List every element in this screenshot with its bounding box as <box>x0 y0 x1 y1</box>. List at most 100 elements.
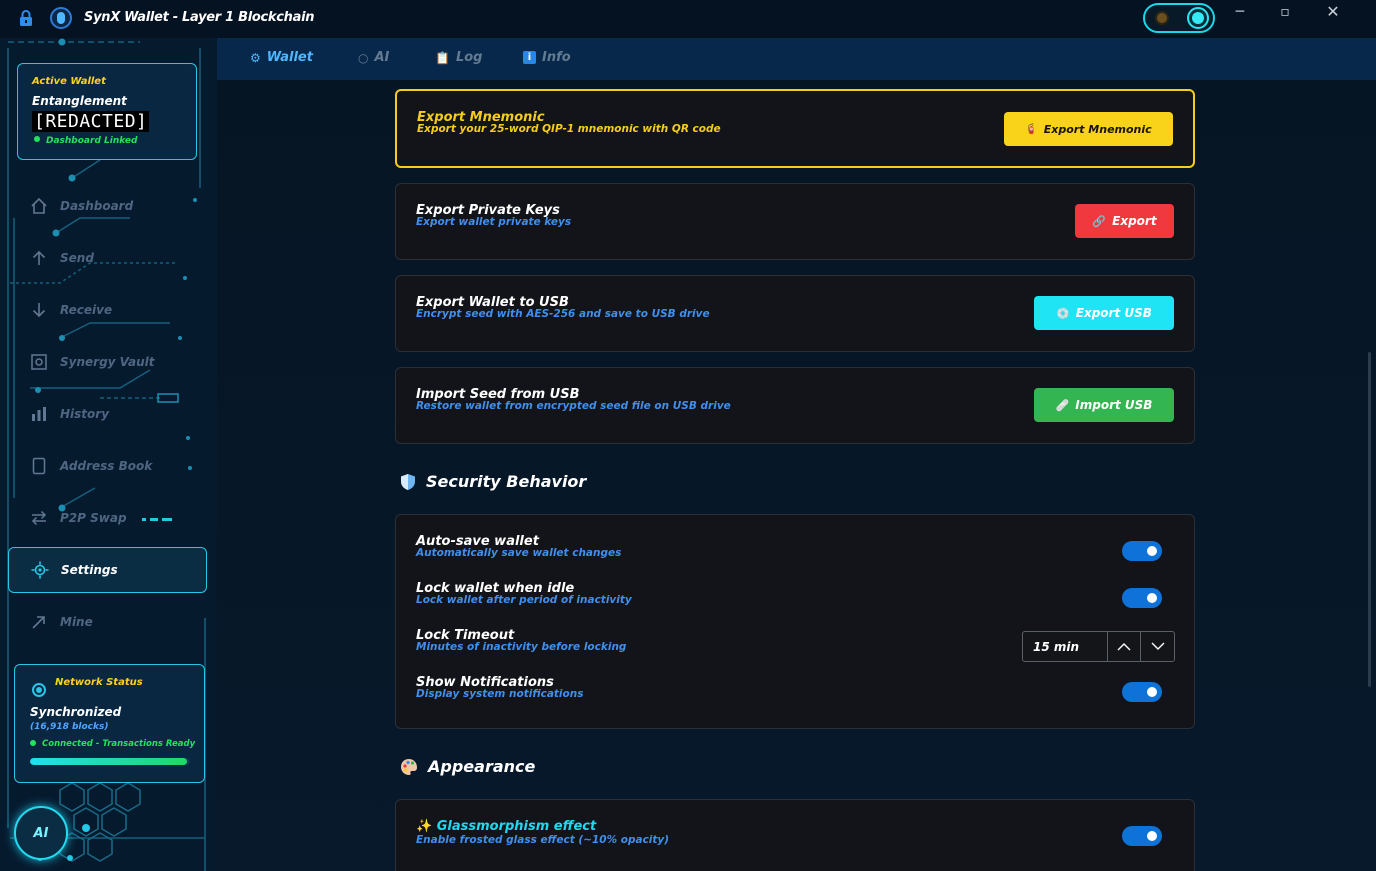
sync-progress-fill <box>30 758 187 765</box>
auto-save-toggle[interactable] <box>1122 541 1162 561</box>
home-icon <box>30 197 48 215</box>
tab-ai[interactable]: ○ AI <box>358 50 389 65</box>
export-usb-card: Export Wallet to USB Encrypt seed with A… <box>395 275 1195 352</box>
sidebar-item-label: Send <box>60 251 94 265</box>
network-block-count: (16,918 blocks) <box>30 722 109 732</box>
app-logo-icon <box>50 7 72 29</box>
close-button[interactable]: ✕ <box>1310 0 1356 30</box>
network-connection-status: Connected - Transactions Ready <box>30 739 195 749</box>
sidebar-item-label: History <box>60 407 110 421</box>
export-usb-subtitle: Encrypt seed with AES-256 and save to US… <box>416 308 710 320</box>
shield-icon <box>401 473 415 490</box>
wallet-address: [REDACTED] <box>32 111 150 132</box>
sidebar: Active Wallet Entanglement [REDACTED] Da… <box>0 38 217 871</box>
tab-bar: ⚙ Wallet ○ AI 📋 Log i Info <box>217 38 1376 80</box>
sidebar-item-label: Settings <box>61 563 118 577</box>
link-icon: 🔗 <box>1092 214 1107 228</box>
sidebar-item-label: Dashboard <box>60 199 134 213</box>
lock-idle-toggle[interactable] <box>1122 588 1162 608</box>
scrollbar[interactable] <box>1368 352 1371 687</box>
tab-label: AI <box>374 50 390 65</box>
bandage-icon: 🩹 <box>1055 398 1070 412</box>
swap-icon <box>30 509 48 527</box>
glassmorphism-title: ✨ Glassmorphism effect <box>416 819 596 834</box>
export-mnemonic-subtitle: Export your 25-word QIP-1 mnemonic with … <box>417 123 721 135</box>
book-icon <box>30 457 48 475</box>
sidebar-item-receive[interactable]: Receive <box>8 287 207 333</box>
lock-idle-subtitle: Lock wallet after period of inactivity <box>416 594 632 606</box>
lock-timeout-subtitle: Minutes of inactivity before locking <box>416 641 627 653</box>
appearance-card: ✨ Glassmorphism effect Enable frosted gl… <box>395 799 1195 871</box>
bar-chart-icon <box>30 405 48 423</box>
sun-icon <box>1157 13 1167 23</box>
wallet-name: Entanglement <box>32 94 127 108</box>
sidebar-item-synergy-vault[interactable]: Synergy Vault <box>8 339 207 385</box>
vault-icon <box>30 353 48 371</box>
section-title: Appearance <box>428 757 536 776</box>
tab-label: Info <box>542 50 571 65</box>
chevron-down-icon <box>1151 642 1164 650</box>
clipboard-icon: 📋 <box>435 50 450 65</box>
import-usb-button[interactable]: 🩹 Import USB <box>1034 388 1174 422</box>
appearance-section-heading: Appearance <box>400 757 535 776</box>
info-icon: i <box>523 51 536 64</box>
button-label: Export Mnemonic <box>1043 122 1152 136</box>
lock-timeout-stepper[interactable]: 15 min <box>1022 631 1175 662</box>
sidebar-item-label: Synergy Vault <box>60 355 155 369</box>
export-private-keys-subtitle: Export wallet private keys <box>416 216 572 228</box>
network-status-card: Network Status Synchronized (16,918 bloc… <box>14 664 205 783</box>
security-card: Auto-save wallet Automatically save wall… <box>395 514 1195 729</box>
security-section-heading: Security Behavior <box>400 472 586 491</box>
sync-progress-bar <box>30 758 190 765</box>
wallet-link-status: Dashboard Linked <box>34 136 137 146</box>
sidebar-item-label: Address Book <box>60 459 153 473</box>
glassmorphism-subtitle: Enable frosted glass effect (~10% opacit… <box>416 834 670 846</box>
import-usb-subtitle: Restore wallet from encrypted seed file … <box>416 400 731 412</box>
extinguisher-icon: 🧯 <box>1025 123 1038 135</box>
glassmorphism-toggle[interactable] <box>1122 826 1162 846</box>
tab-label: Wallet <box>266 50 313 65</box>
decrement-button[interactable] <box>1141 632 1174 661</box>
import-usb-card: Import Seed from USB Restore wallet from… <box>395 367 1195 444</box>
export-keys-button[interactable]: 🔗 Export <box>1075 204 1174 238</box>
title-bar: SynX Wallet - Layer 1 Blockchain ─ ▫ ✕ <box>0 0 1376 38</box>
active-wallet-card[interactable]: Active Wallet Entanglement [REDACTED] Da… <box>17 63 197 160</box>
sidebar-item-label: Receive <box>60 303 113 317</box>
export-mnemonic-button[interactable]: 🧯 Export Mnemonic <box>1004 112 1173 146</box>
maximize-button[interactable]: ▫ <box>1262 0 1308 30</box>
network-status-label: Network Status <box>55 677 143 688</box>
trend-icon <box>30 613 48 631</box>
sidebar-item-dashboard[interactable]: Dashboard <box>8 183 207 229</box>
sidebar-item-address-book[interactable]: Address Book <box>8 443 207 489</box>
auto-save-subtitle: Automatically save wallet changes <box>416 547 622 559</box>
button-label: Import USB <box>1075 398 1153 412</box>
settings-icon <box>31 561 49 579</box>
increment-button[interactable] <box>1108 632 1141 661</box>
settings-panel: Export Mnemonic Export your 25-word QIP-… <box>217 80 1376 871</box>
active-wallet-label: Active Wallet <box>32 76 106 87</box>
export-usb-button[interactable]: 💿 Export USB <box>1034 296 1174 330</box>
arrow-down-icon <box>30 301 48 319</box>
network-icon <box>32 683 46 697</box>
sidebar-item-send[interactable]: Send <box>8 235 207 281</box>
sidebar-item-p2p-swap[interactable]: P2P Swap <box>8 495 207 541</box>
sidebar-item-settings[interactable]: Settings <box>8 547 207 593</box>
glassmorphism-label: Glassmorphism effect <box>436 819 597 834</box>
notifications-toggle[interactable] <box>1122 682 1162 702</box>
palette-icon <box>401 758 417 775</box>
gear-icon: ⚙ <box>250 50 261 65</box>
theme-toggle[interactable] <box>1143 3 1215 33</box>
lock-icon[interactable] <box>18 9 34 27</box>
tab-info[interactable]: i Info <box>523 50 571 65</box>
ai-assistant-button[interactable]: AI <box>14 806 68 860</box>
sidebar-item-history[interactable]: History <box>8 391 207 437</box>
circle-icon: ○ <box>358 50 369 65</box>
tab-wallet[interactable]: ⚙ Wallet <box>250 50 313 65</box>
tab-log[interactable]: 📋 Log <box>435 50 482 65</box>
chevron-up-icon <box>1117 643 1131 651</box>
export-private-keys-card: Export Private Keys Export wallet privat… <box>395 183 1195 260</box>
sidebar-item-mine[interactable]: Mine <box>8 599 207 645</box>
lock-timeout-value[interactable]: 15 min <box>1023 632 1108 661</box>
minimize-button[interactable]: ─ <box>1217 0 1263 30</box>
button-label: Export <box>1112 214 1157 228</box>
